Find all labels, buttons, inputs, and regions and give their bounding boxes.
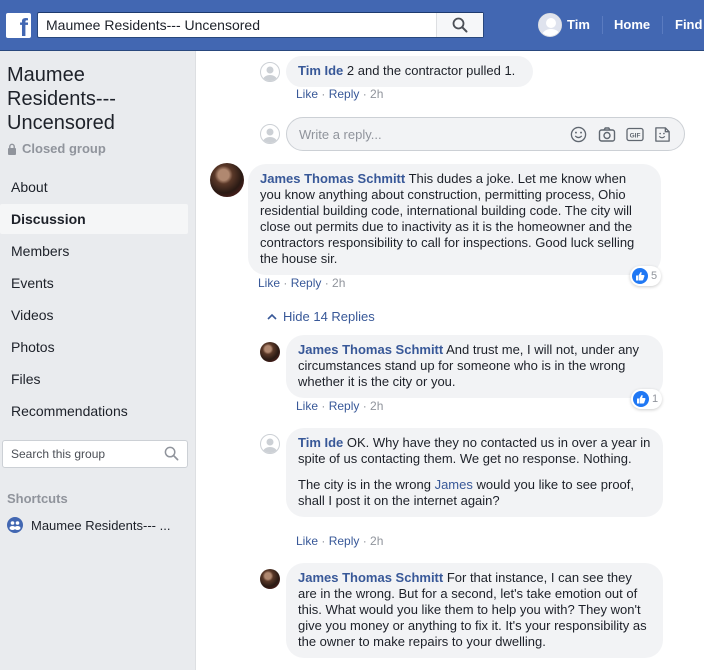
comment-bubble: James Thomas Schmitt And trust me, I wil…	[286, 335, 663, 398]
group-search-placeholder: Search this group	[11, 447, 106, 461]
sidebar-item-photos[interactable]: Photos	[0, 332, 188, 362]
comment-timestamp[interactable]: 2h	[370, 87, 383, 101]
user-silhouette-icon	[263, 438, 277, 453]
like-icon	[633, 391, 649, 407]
sidebar-item-files[interactable]: Files	[0, 364, 188, 394]
global-search-input[interactable]: Maumee Residents--- Uncensored	[46, 17, 260, 33]
like-link[interactable]: Like	[258, 276, 280, 290]
group-search-field[interactable]: Search this group	[2, 440, 188, 468]
facebook-logo[interactable]: f	[6, 13, 31, 38]
comment-text: 2 and the contractor pulled 1.	[343, 63, 516, 78]
find-friends-link[interactable]: Find	[675, 17, 702, 32]
global-search-box[interactable]: Maumee Residents--- Uncensored	[37, 12, 484, 38]
reply-input[interactable]: Write a reply... GIF	[286, 117, 685, 151]
reaction-count: 5	[651, 270, 658, 282]
comment-author[interactable]: James Thomas Schmitt	[298, 570, 443, 585]
comment-text: The city is in the wrong	[298, 477, 435, 492]
search-icon	[452, 17, 468, 33]
comment-author[interactable]: Tim Ide	[298, 63, 343, 78]
like-link[interactable]: Like	[296, 399, 318, 413]
lock-icon	[8, 143, 16, 155]
nav-divider	[602, 16, 603, 34]
comment-bubble: James Thomas Schmitt For that instance, …	[286, 563, 663, 658]
comment-timestamp[interactable]: 2h	[370, 399, 383, 413]
profile-link[interactable]: Tim	[567, 17, 590, 32]
home-link[interactable]: Home	[614, 17, 650, 32]
comment-bubble: James Thomas Schmitt This dudes a joke. …	[248, 164, 661, 275]
avatar[interactable]	[260, 569, 280, 589]
avatar[interactable]	[260, 434, 280, 454]
mention-link[interactable]: James	[435, 477, 473, 492]
comment-bubble: Tim Ide 2 and the contractor pulled 1.	[286, 56, 533, 87]
comment-actions: Like · Reply · 2h	[258, 276, 346, 290]
user-avatar[interactable]	[538, 13, 562, 37]
hide-replies-toggle[interactable]: Hide 14 Replies	[267, 309, 375, 324]
chevron-up-icon	[267, 313, 277, 320]
sidebar-item-videos[interactable]: Videos	[0, 300, 188, 330]
comment-actions: Like · Reply · 2h	[296, 87, 384, 101]
comment-bubble: Tim Ide OK. Why have they no contacted u…	[286, 428, 663, 517]
group-title[interactable]: Maumee Residents--- Uncensored	[7, 63, 187, 135]
reply-link[interactable]: Reply	[329, 87, 360, 101]
shortcut-item-label: Maumee Residents--- ...	[31, 517, 171, 533]
comment-paragraph: Tim Ide OK. Why have they no contacted u…	[298, 435, 651, 467]
comment-timestamp[interactable]: 2h	[370, 534, 383, 548]
group-privacy-label: Closed group	[7, 141, 106, 156]
search-button[interactable]	[436, 13, 483, 37]
like-icon	[632, 268, 648, 284]
hide-replies-label: Hide 14 Replies	[283, 309, 375, 324]
sidebar-item-discussion[interactable]: Discussion	[0, 204, 188, 234]
comment-actions: Like · Reply · 2h	[296, 534, 384, 548]
sidebar-item-recommendations[interactable]: Recommendations	[0, 396, 188, 426]
comment-author[interactable]: Tim Ide	[298, 435, 343, 450]
reaction-count: 1	[652, 393, 659, 405]
comments-feed: Tim Ide 2 and the contractor pulled 1. L…	[197, 51, 704, 670]
emoji-icon[interactable]	[570, 126, 587, 143]
comment-paragraph: The city is in the wrong James would you…	[298, 477, 651, 509]
shortcut-item-group[interactable]: Maumee Residents--- ...	[7, 517, 170, 533]
nav-divider	[662, 16, 663, 34]
avatar	[260, 124, 280, 144]
top-navigation-bar: f Maumee Residents--- Uncensored Tim Hom…	[0, 0, 704, 51]
group-icon	[7, 517, 23, 533]
group-type-text: Closed group	[22, 141, 106, 156]
reply-link[interactable]: Reply	[291, 276, 322, 290]
avatar[interactable]	[260, 342, 280, 362]
like-link[interactable]: Like	[296, 87, 318, 101]
comment-timestamp[interactable]: 2h	[332, 276, 345, 290]
reply-link[interactable]: Reply	[329, 534, 360, 548]
sticker-icon[interactable]	[654, 126, 671, 143]
user-silhouette-icon	[263, 128, 277, 143]
group-sidebar: Maumee Residents--- Uncensored Closed gr…	[0, 51, 196, 670]
sidebar-item-members[interactable]: Members	[0, 236, 188, 266]
comment-actions: Like · Reply · 2h	[296, 399, 384, 413]
reaction-count-badge[interactable]: 5	[630, 266, 662, 286]
comment-author[interactable]: James Thomas Schmitt	[298, 342, 443, 357]
comment-text: OK. Why have they no contacted us in ove…	[298, 435, 651, 466]
user-silhouette-icon	[263, 66, 277, 81]
camera-icon[interactable]	[598, 126, 616, 143]
like-link[interactable]: Like	[296, 534, 318, 548]
user-silhouette-icon	[539, 14, 561, 36]
avatar[interactable]	[260, 62, 280, 82]
sidebar-item-events[interactable]: Events	[0, 268, 188, 298]
gif-icon[interactable]: GIF	[626, 126, 644, 143]
reply-link[interactable]: Reply	[329, 399, 360, 413]
shortcuts-heading: Shortcuts	[7, 491, 68, 506]
search-icon[interactable]	[164, 446, 179, 461]
comment-author[interactable]: James Thomas Schmitt	[260, 171, 405, 186]
avatar[interactable]	[210, 163, 244, 197]
sidebar-item-about[interactable]: About	[0, 172, 188, 202]
reaction-count-badge[interactable]: 1	[631, 389, 663, 409]
svg-text:GIF: GIF	[630, 132, 641, 139]
reply-placeholder: Write a reply...	[299, 127, 382, 142]
